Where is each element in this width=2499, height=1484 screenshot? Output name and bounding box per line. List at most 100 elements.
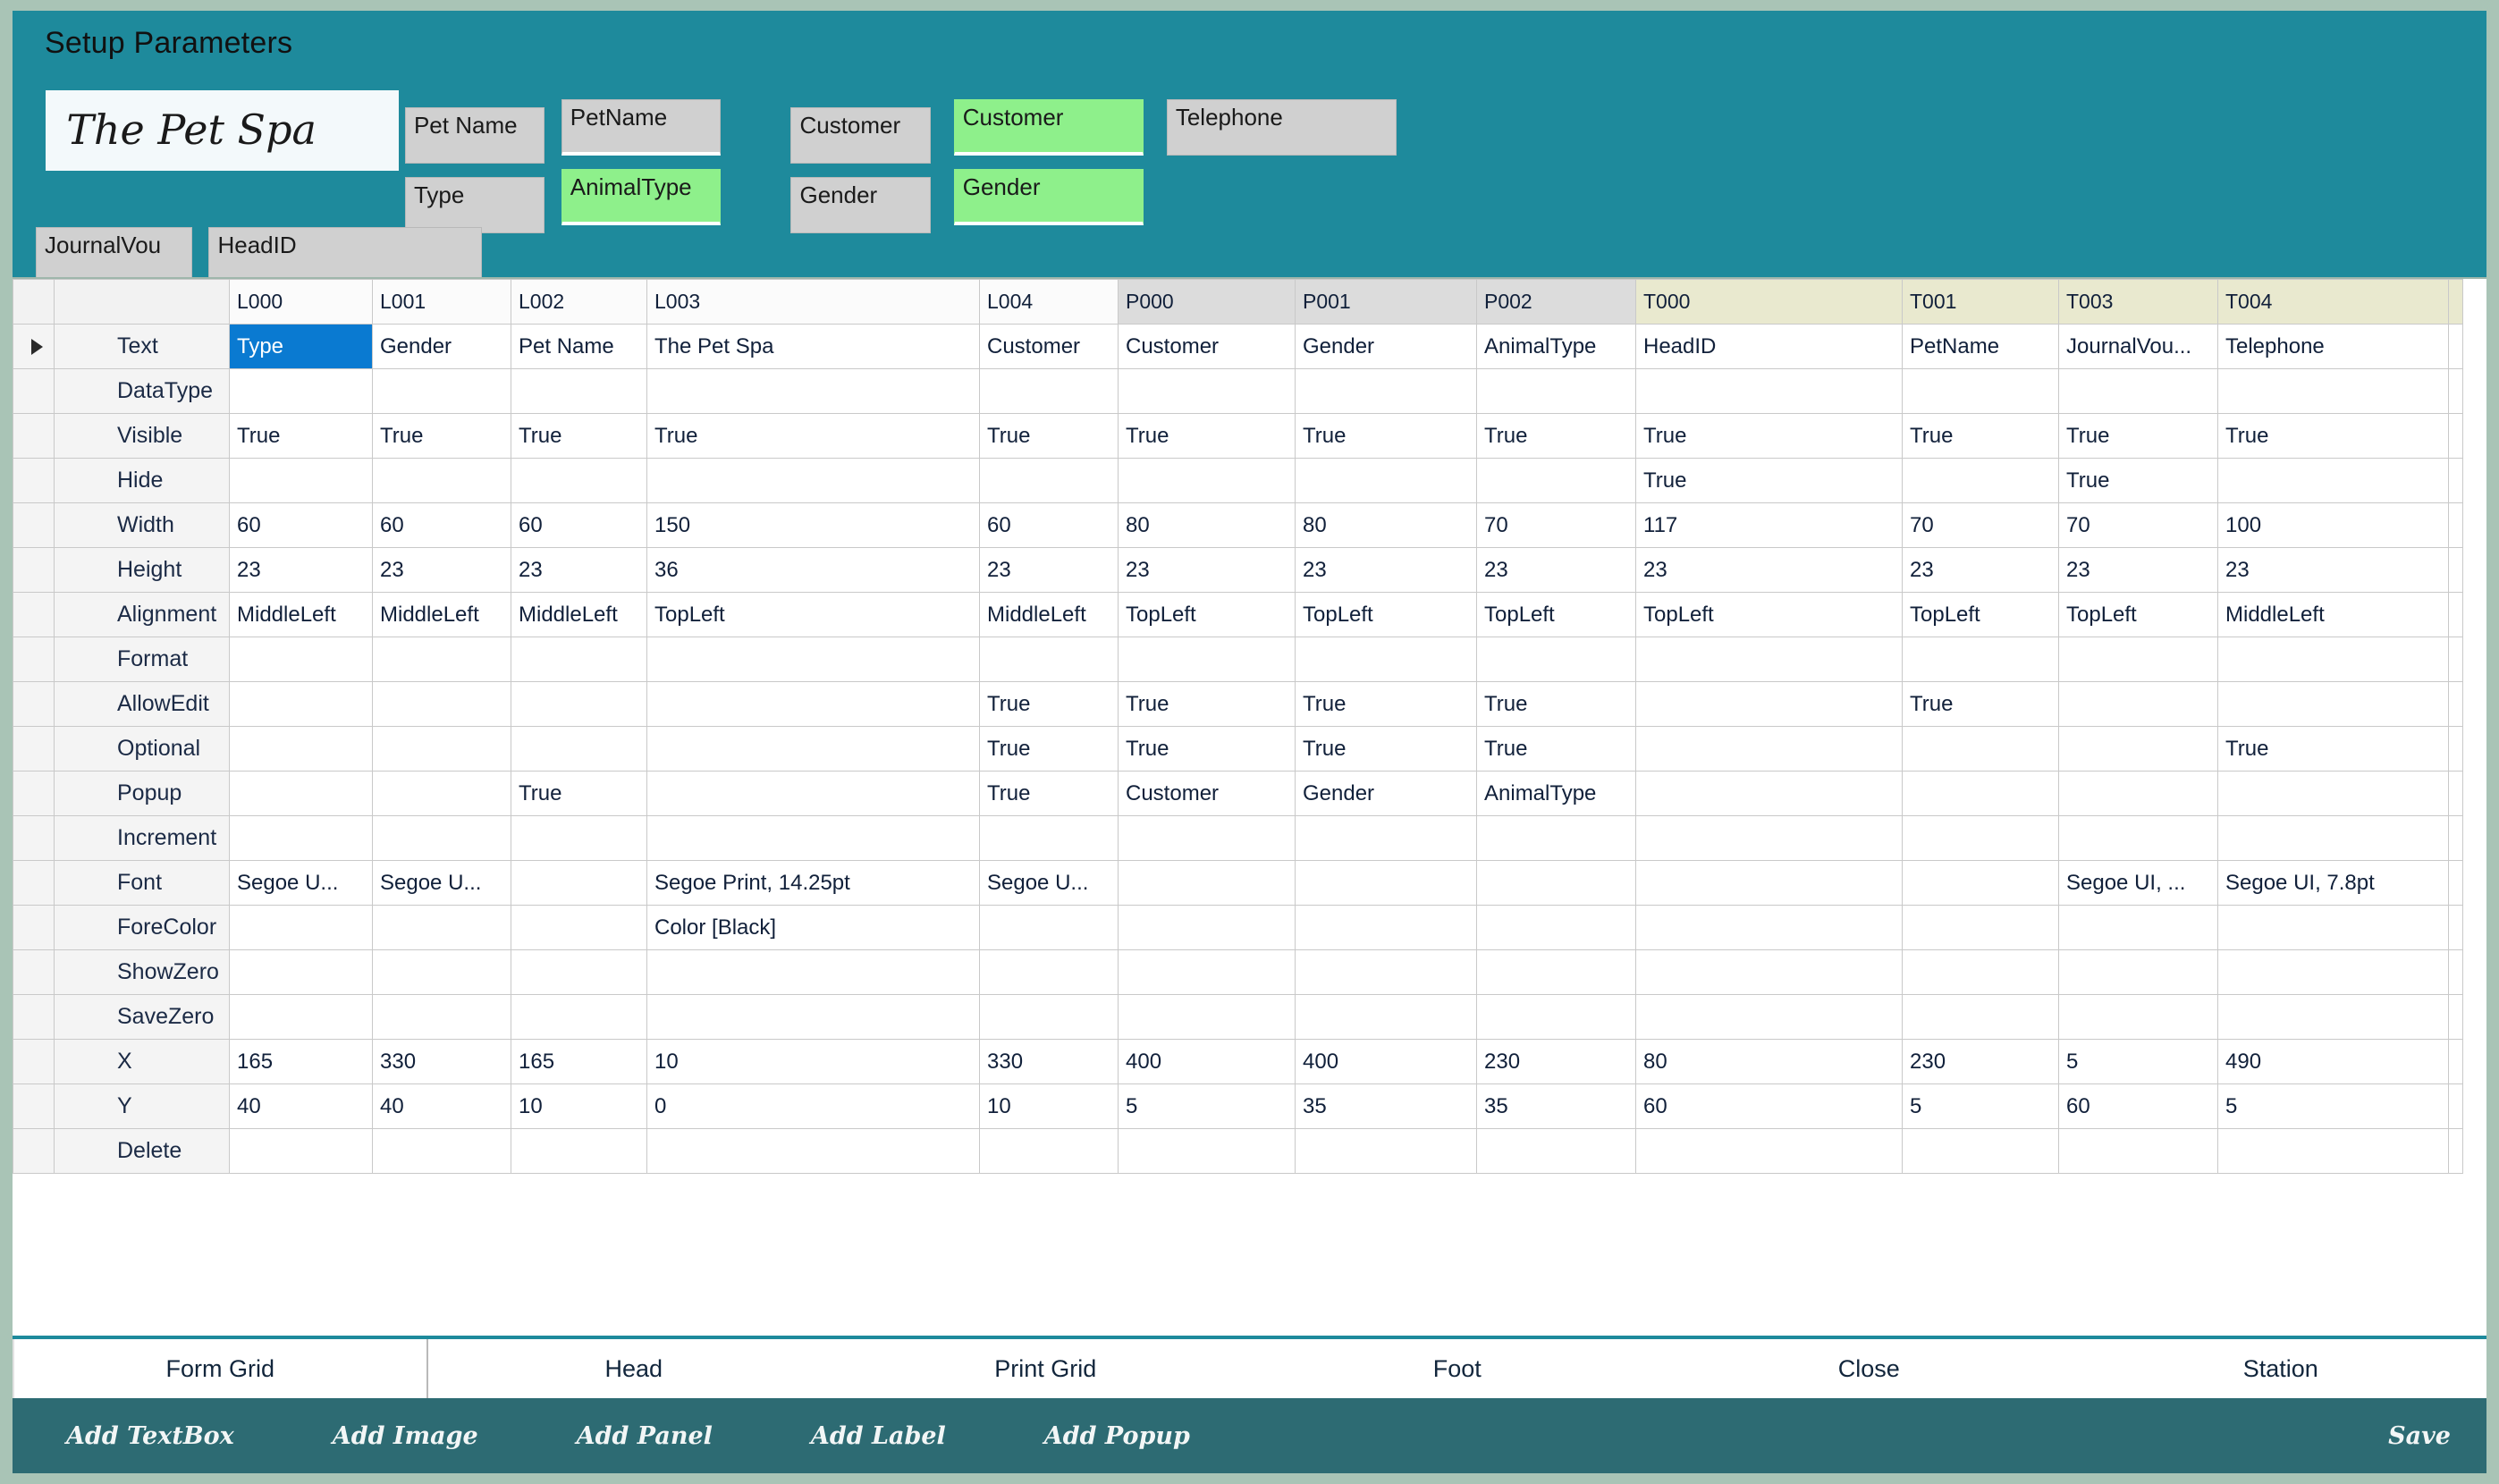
row-selector[interactable]	[13, 949, 55, 995]
cell-P002-hide[interactable]	[1476, 458, 1636, 503]
cell-T004-format[interactable]	[2217, 637, 2449, 682]
cell-P001-forecolor[interactable]	[1295, 905, 1477, 950]
cell-T000-showzero[interactable]	[1635, 949, 1903, 995]
cell-T003-alignment[interactable]: TopLeft	[2058, 592, 2218, 637]
cell-L004-optional[interactable]: True	[979, 726, 1119, 772]
cell-L000-font[interactable]: Segoe U...	[229, 860, 373, 906]
cell-T003-y[interactable]: 60	[2058, 1083, 2218, 1129]
cell-T000-savezero[interactable]	[1635, 994, 1903, 1040]
cell-T000-delete[interactable]	[1635, 1128, 1903, 1174]
cell-pad-datatype[interactable]	[2448, 368, 2463, 414]
cell-L001-datatype[interactable]	[372, 368, 511, 414]
cell-L003-allowedit[interactable]	[646, 681, 980, 727]
table-row[interactable]: Hide True True	[13, 458, 2463, 503]
column-header-P000[interactable]: P000	[1118, 279, 1296, 325]
cell-P002-visible[interactable]: True	[1476, 413, 1636, 459]
cell-T003-increment[interactable]	[2058, 815, 2218, 861]
cell-P001-popup[interactable]: Gender	[1295, 771, 1477, 816]
cell-T000-optional[interactable]	[1635, 726, 1903, 772]
cell-L004-format[interactable]	[979, 637, 1119, 682]
cell-pad-popup[interactable]	[2448, 771, 2463, 816]
cell-L003-showzero[interactable]	[646, 949, 980, 995]
cell-P002-datatype[interactable]	[1476, 368, 1636, 414]
cell-T003-text[interactable]: JournalVou...	[2058, 324, 2218, 369]
cell-T001-format[interactable]	[1902, 637, 2059, 682]
column-header-T003[interactable]: T003	[2058, 279, 2218, 325]
row-selector-current[interactable]	[13, 324, 55, 369]
cell-P001-savezero[interactable]	[1295, 994, 1477, 1040]
cell-T004-increment[interactable]	[2217, 815, 2449, 861]
cell-L003-popup[interactable]	[646, 771, 980, 816]
cell-T004-font[interactable]: Segoe UI, 7.8pt	[2217, 860, 2449, 906]
cell-T003-delete[interactable]	[2058, 1128, 2218, 1174]
cell-L000-allowedit[interactable]	[229, 681, 373, 727]
cell-P001-format[interactable]	[1295, 637, 1477, 682]
cell-P000-visible[interactable]: True	[1118, 413, 1296, 459]
cell-T000-font[interactable]	[1635, 860, 1903, 906]
cell-T001-font[interactable]	[1902, 860, 2059, 906]
cell-L004-hide[interactable]	[979, 458, 1119, 503]
cell-L001-savezero[interactable]	[372, 994, 511, 1040]
action-add-panel[interactable]: Add Panel	[577, 1422, 713, 1450]
action-add-popup[interactable]: Add Popup	[1044, 1422, 1190, 1450]
cell-L001-showzero[interactable]	[372, 949, 511, 995]
cell-T004-allowedit[interactable]	[2217, 681, 2449, 727]
row-selector[interactable]	[13, 815, 55, 861]
cell-T004-datatype[interactable]	[2217, 368, 2449, 414]
row-selector[interactable]	[13, 994, 55, 1040]
cell-P000-forecolor[interactable]	[1118, 905, 1296, 950]
cell-pad-alignment[interactable]	[2448, 592, 2463, 637]
table-row[interactable]: DataType	[13, 368, 2463, 414]
tab-form-grid[interactable]: Form Grid	[13, 1339, 428, 1398]
cell-T004-hide[interactable]	[2217, 458, 2449, 503]
cell-P001-datatype[interactable]	[1295, 368, 1477, 414]
cell-T001-optional[interactable]	[1902, 726, 2059, 772]
cell-P000-hide[interactable]	[1118, 458, 1296, 503]
cell-L000-increment[interactable]	[229, 815, 373, 861]
gender-popup[interactable]: Gender	[953, 168, 1144, 225]
cell-P000-savezero[interactable]	[1118, 994, 1296, 1040]
cell-pad-delete[interactable]	[2448, 1128, 2463, 1174]
column-header-P002[interactable]: P002	[1476, 279, 1636, 325]
cell-L000-format[interactable]	[229, 637, 373, 682]
cell-P000-popup[interactable]: Customer	[1118, 771, 1296, 816]
customer-label[interactable]: Customer	[790, 106, 931, 164]
tab-print-grid[interactable]: Print Grid	[840, 1339, 1252, 1398]
cell-T004-forecolor[interactable]	[2217, 905, 2449, 950]
cell-L000-optional[interactable]	[229, 726, 373, 772]
cell-P001-alignment[interactable]: TopLeft	[1295, 592, 1477, 637]
cell-L000-y[interactable]: 40	[229, 1083, 373, 1129]
cell-L004-alignment[interactable]: MiddleLeft	[979, 592, 1119, 637]
cell-L001-format[interactable]	[372, 637, 511, 682]
cell-L000-showzero[interactable]	[229, 949, 373, 995]
cell-P002-x[interactable]: 230	[1476, 1039, 1636, 1084]
cell-T001-width[interactable]: 70	[1902, 502, 2059, 548]
cell-T000-datatype[interactable]	[1635, 368, 1903, 414]
cell-P002-y[interactable]: 35	[1476, 1083, 1636, 1129]
table-row[interactable]: Width 60 60 60 150 60 80 80 70 117 70 70 100	[13, 502, 2463, 548]
cell-L003-text[interactable]: The Pet Spa	[646, 324, 980, 369]
action-add-image[interactable]: Add Image	[333, 1422, 478, 1450]
property-grid-container[interactable]: L000 L001 L002 L003 L004 P000 P001 P002 T000 T001…	[13, 277, 2486, 1336]
row-selector[interactable]	[13, 368, 55, 414]
cell-L004-datatype[interactable]	[979, 368, 1119, 414]
cell-T004-height[interactable]: 23	[2217, 547, 2449, 593]
cell-T003-datatype[interactable]	[2058, 368, 2218, 414]
cell-L003-delete[interactable]	[646, 1128, 980, 1174]
cell-L004-text[interactable]: Customer	[979, 324, 1119, 369]
tab-close[interactable]: Close	[1663, 1339, 2075, 1398]
cell-P001-font[interactable]	[1295, 860, 1477, 906]
cell-L003-width[interactable]: 150	[646, 502, 980, 548]
row-selector[interactable]	[13, 592, 55, 637]
cell-L002-text[interactable]: Pet Name	[511, 324, 647, 369]
cell-L002-datatype[interactable]	[511, 368, 647, 414]
cell-L002-forecolor[interactable]	[511, 905, 647, 950]
cell-pad-savezero[interactable]	[2448, 994, 2463, 1040]
cell-T004-x[interactable]: 490	[2217, 1039, 2449, 1084]
table-row[interactable]: ForeColor Color [Black]	[13, 905, 2463, 950]
cell-L002-optional[interactable]	[511, 726, 647, 772]
cell-T000-y[interactable]: 60	[1635, 1083, 1903, 1129]
type-label[interactable]: Type	[404, 177, 545, 234]
cell-P001-allowedit[interactable]: True	[1295, 681, 1477, 727]
cell-L001-popup[interactable]	[372, 771, 511, 816]
